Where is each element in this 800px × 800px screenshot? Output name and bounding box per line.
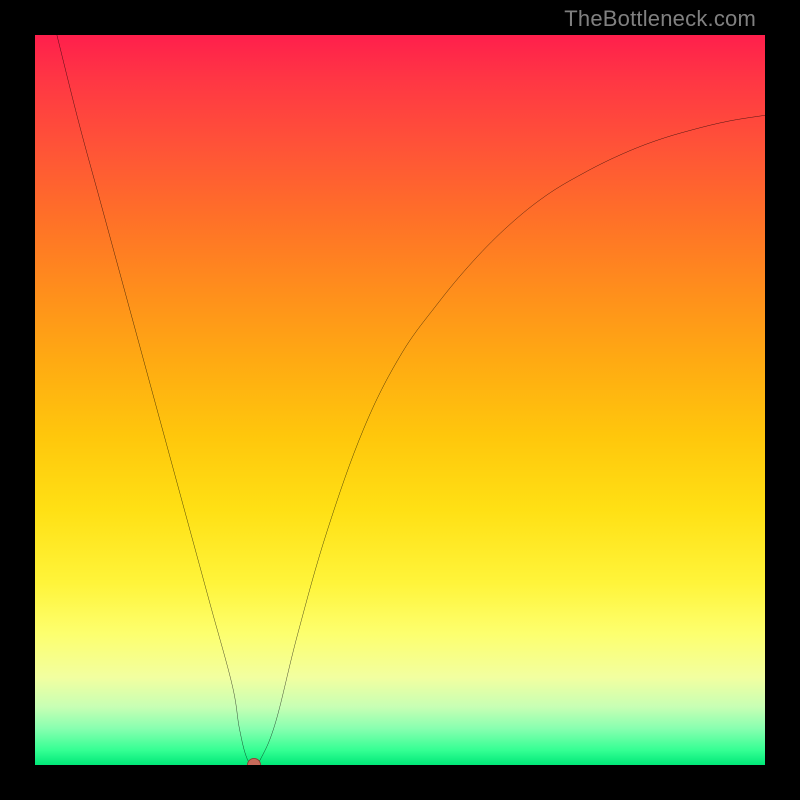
bottleneck-curve — [57, 35, 765, 765]
chart-frame: TheBottleneck.com — [0, 0, 800, 800]
watermark-text: TheBottleneck.com — [564, 6, 756, 32]
curve-layer — [35, 35, 765, 765]
optimal-point-marker — [247, 758, 260, 765]
